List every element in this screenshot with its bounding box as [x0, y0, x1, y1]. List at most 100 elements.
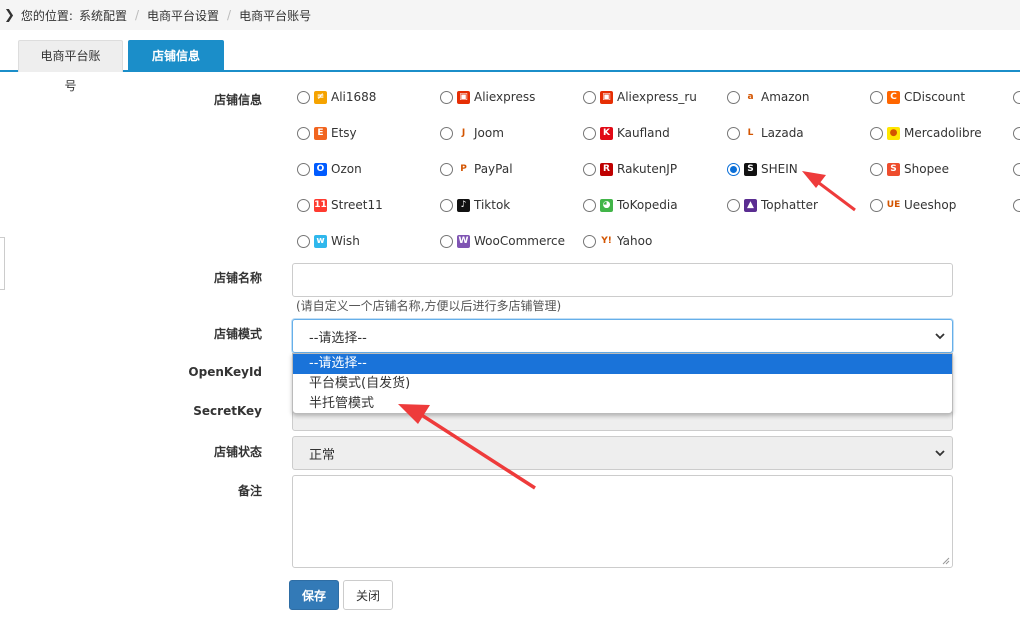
paypal-icon: P [457, 162, 470, 176]
radio-button[interactable] [727, 162, 740, 176]
radio-button[interactable] [297, 234, 310, 248]
yahoo-icon: Y! [600, 234, 613, 248]
save-button[interactable]: 保存 [289, 580, 339, 610]
platform-label-text: PayPal [474, 162, 513, 176]
platform-label-text: Lazada [761, 126, 804, 140]
platform-radio-ali1688[interactable]: ≠ Ali1688 [297, 88, 376, 106]
radio-button[interactable] [583, 126, 596, 140]
platform-label-text: Tiktok [474, 198, 511, 212]
radio-button[interactable] [727, 126, 740, 140]
open-key-label: OpenKeyId [188, 365, 262, 379]
collapse-handle[interactable] [0, 237, 5, 290]
shop-mode-option[interactable]: 半托管模式 [293, 394, 952, 414]
platform-radio-ueeshop[interactable]: UE Ueeshop [870, 196, 956, 214]
shop-mode-option[interactable]: 平台模式(自发货) [293, 374, 952, 394]
platform-radio-etsy[interactable]: E Etsy [297, 124, 357, 142]
breadcrumb-item-platform-settings[interactable]: 电商平台设置 [147, 7, 219, 24]
platform-radio-partial[interactable] [1013, 124, 1020, 142]
joom-icon: J [457, 126, 470, 140]
platform-label-text: Kaufland [617, 126, 670, 140]
shein-icon: S [744, 162, 757, 176]
shop-name-label: 店铺名称 [213, 271, 262, 285]
shop-mode-label: 店铺模式 [213, 327, 262, 341]
radio-button[interactable] [583, 198, 596, 212]
radio-button[interactable] [297, 162, 310, 176]
platform-radio-partial[interactable] [1013, 160, 1020, 178]
tab-label: 店铺信息 [151, 49, 200, 63]
radio-button[interactable] [583, 162, 596, 176]
platform-radio-aliexpress-ru[interactable]: ▣ Aliexpress_ru [583, 88, 697, 106]
breadcrumb-separator: / [134, 8, 140, 22]
platform-label-text: Shopee [904, 162, 949, 176]
tab-shop-info[interactable]: 店铺信息✖ [128, 40, 224, 93]
platform-label-text: SHEIN [761, 162, 798, 176]
platform-radio-partial[interactable] [1013, 88, 1020, 106]
rakuten-icon: R [600, 162, 613, 176]
radio-button[interactable] [583, 234, 596, 248]
platform-radio-kaufland[interactable]: K Kaufland [583, 124, 670, 142]
radio-button[interactable] [297, 126, 310, 140]
breadcrumb-item-platform-accounts[interactable]: 电商平台账号 [239, 7, 311, 24]
platform-radio-yahoo[interactable]: Y! Yahoo [583, 232, 652, 250]
platform-radio-aliexpress[interactable]: ▣ Aliexpress [440, 88, 535, 106]
street11-icon: 11 [314, 198, 327, 212]
platform-radio-paypal[interactable]: P PayPal [440, 160, 513, 178]
shopee-icon: S [887, 162, 900, 176]
shop-status-label: 店铺状态 [213, 445, 262, 459]
radio-button[interactable] [440, 234, 453, 248]
platform-radio-mercadolibre[interactable]: ● Mercadolibre [870, 124, 982, 142]
radio-button[interactable] [870, 126, 883, 140]
platform-label-text: WooCommerce [474, 234, 565, 248]
tab-platform-accounts[interactable]: 电商平台账号 [18, 40, 123, 93]
platform-label-text: Tophatter [761, 198, 818, 212]
platform-radio-tokopedia[interactable]: ◕ ToKopedia [583, 196, 678, 214]
shop-mode-value: --请选择-- [309, 330, 367, 346]
radio-button[interactable] [870, 162, 883, 176]
platform-label-text: Yahoo [617, 234, 653, 248]
radio-button[interactable] [727, 90, 740, 104]
platform-radio-wish[interactable]: w Wish [297, 232, 360, 250]
radio-button[interactable] [727, 198, 740, 212]
radio-button[interactable] [870, 198, 883, 212]
platform-label-text: Wish [331, 234, 360, 248]
platform-radio-joom[interactable]: J Joom [440, 124, 504, 142]
radio-button[interactable] [297, 198, 310, 212]
resize-handle-icon[interactable] [942, 557, 950, 565]
radio-button[interactable] [297, 90, 310, 104]
radio-button[interactable] [440, 126, 453, 140]
tiktok-icon: ♪ [457, 198, 470, 212]
platform-radio-ozon[interactable]: O Ozon [297, 160, 362, 178]
breadcrumb-prefix: 您的位置: [20, 8, 73, 23]
breadcrumb-item-system-config[interactable]: 系统配置 [79, 7, 127, 24]
platform-radio-shopee[interactable]: S Shopee [870, 160, 949, 178]
cdiscount-icon: C [887, 90, 900, 104]
shop-mode-option[interactable]: --请选择-- [293, 354, 952, 374]
platform-radio-shein[interactable]: S SHEIN [727, 160, 798, 178]
platform-radio-tiktok[interactable]: ♪ Tiktok [440, 196, 510, 214]
tophatter-icon: ▲ [744, 198, 757, 212]
close-button[interactable]: 关闭 [343, 580, 393, 610]
platform-radio-lazada[interactable]: L Lazada [727, 124, 804, 142]
platform-label-text: Street11 [331, 198, 383, 212]
shop-name-input[interactable] [292, 263, 953, 297]
remark-textarea[interactable] [292, 475, 953, 568]
platform-radio-street11[interactable]: 11 Street11 [297, 196, 383, 214]
radio-button[interactable] [870, 90, 883, 104]
platform-label-text: Joom [474, 126, 504, 140]
shop-mode-select[interactable]: --请选择-- [292, 319, 953, 353]
platform-radio-rakutenjp[interactable]: R RakutenJP [583, 160, 677, 178]
platform-label-text: Aliexpress [474, 90, 536, 104]
platform-label-text: CDiscount [904, 90, 966, 104]
radio-button[interactable] [440, 162, 453, 176]
platform-radio-cdiscount[interactable]: C CDiscount [870, 88, 965, 106]
platform-radio-amazon[interactable]: a Amazon [727, 88, 810, 106]
platform-radio-tophatter[interactable]: ▲ Tophatter [727, 196, 818, 214]
tab-label: 电商平台账号 [40, 49, 101, 93]
platform-radio-partial[interactable] [1013, 196, 1020, 214]
radio-button[interactable] [440, 90, 453, 104]
radio-button[interactable] [440, 198, 453, 212]
shop-status-select[interactable]: 正常 [292, 436, 953, 470]
lazada-icon: L [744, 126, 757, 140]
platform-radio-woocommerce[interactable]: W WooCommerce [440, 232, 565, 250]
radio-button[interactable] [583, 90, 596, 104]
